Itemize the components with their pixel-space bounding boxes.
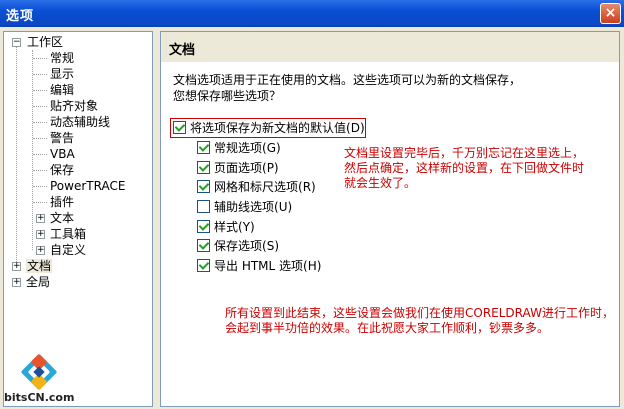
tree-item-display[interactable]: 显示 <box>50 66 74 82</box>
tree-item-save[interactable]: 保存 <box>50 162 74 178</box>
annotation-note-2: 所有设置到此结束，这些设置会做我们在使用CORELDRAW进行工作时， 会起到事… <box>225 306 614 335</box>
tree-item-general[interactable]: 常规 <box>50 50 74 66</box>
guide-options-checkbox[interactable]: 辅助线选项(U) <box>197 199 292 215</box>
expand-text-icon[interactable]: + <box>36 214 45 223</box>
tree-item-workspace[interactable]: 工作区 <box>26 34 64 50</box>
tree-item-customize[interactable]: 自定义 <box>50 242 86 258</box>
tree-item-plugins[interactable]: 插件 <box>50 194 74 210</box>
panel-header: 文档 <box>161 32 619 62</box>
styles-checkbox[interactable]: 样式(Y) <box>197 219 255 235</box>
annotation-note-1: 文档里设置完毕后，千万别忘记在这里选上， 然后点确定，这样新的设置，在下回做文件… <box>344 146 585 190</box>
expand-global-icon[interactable]: + <box>12 278 21 287</box>
general-options-checkbox[interactable]: 常规选项(G) <box>197 140 281 156</box>
export-html-options-checkbox[interactable]: 导出 HTML 选项(H) <box>197 258 321 274</box>
grid-ruler-options-checkbox[interactable]: 网格和标尺选项(R) <box>197 179 316 195</box>
window-title: 选项 <box>6 9 35 24</box>
checkbox-icon <box>197 180 210 193</box>
watermark-text: bitsCN.com <box>4 391 75 404</box>
tree-connector <box>32 50 33 250</box>
close-button[interactable]: × <box>600 3 621 24</box>
tree-item-snap[interactable]: 贴齐对象 <box>50 98 98 114</box>
tree-item-powertrace[interactable]: PowerTRACE <box>50 178 125 194</box>
checkbox-icon <box>197 259 210 272</box>
checkbox-icon <box>197 200 210 213</box>
tree-item-dynamic-guides[interactable]: 动态辅助线 <box>50 114 110 130</box>
tree-connector <box>16 46 17 262</box>
expand-customize-icon[interactable]: + <box>36 246 45 255</box>
tree-item-text[interactable]: 文本 <box>50 210 74 226</box>
collapse-workspace-icon[interactable]: − <box>12 38 21 47</box>
save-options-checkbox[interactable]: 保存选项(S) <box>197 238 279 254</box>
tree-item-toolbox[interactable]: 工具箱 <box>50 226 86 242</box>
expand-toolbox-icon[interactable]: + <box>36 230 45 239</box>
panel-description: 文档选项适用于正在使用的文档。这些选项可以为新的文档保存， 您想保存哪些选项？ <box>173 73 522 103</box>
tree-item-warnings[interactable]: 警告 <box>50 130 74 146</box>
checkbox-icon <box>173 121 186 134</box>
save-as-default-checkbox[interactable]: 将选项保存为新文档的默认值(D) <box>173 120 365 136</box>
title-bar: 选项 × <box>0 0 624 27</box>
tree-item-global[interactable]: 全局 <box>26 274 50 290</box>
watermark-logo: bitsCN.com <box>4 350 74 406</box>
tree-item-edit[interactable]: 编辑 <box>50 82 74 98</box>
panel-title: 文档 <box>169 43 196 58</box>
tree-item-vba[interactable]: VBA <box>50 146 75 162</box>
expand-document-icon[interactable]: + <box>12 262 21 271</box>
tree-item-document[interactable]: 文档 <box>26 258 53 274</box>
checkbox-icon <box>197 161 210 174</box>
checkbox-icon <box>197 141 210 154</box>
checkbox-icon <box>197 239 210 252</box>
page-options-checkbox[interactable]: 页面选项(P) <box>197 160 279 176</box>
checkbox-icon <box>197 220 210 233</box>
